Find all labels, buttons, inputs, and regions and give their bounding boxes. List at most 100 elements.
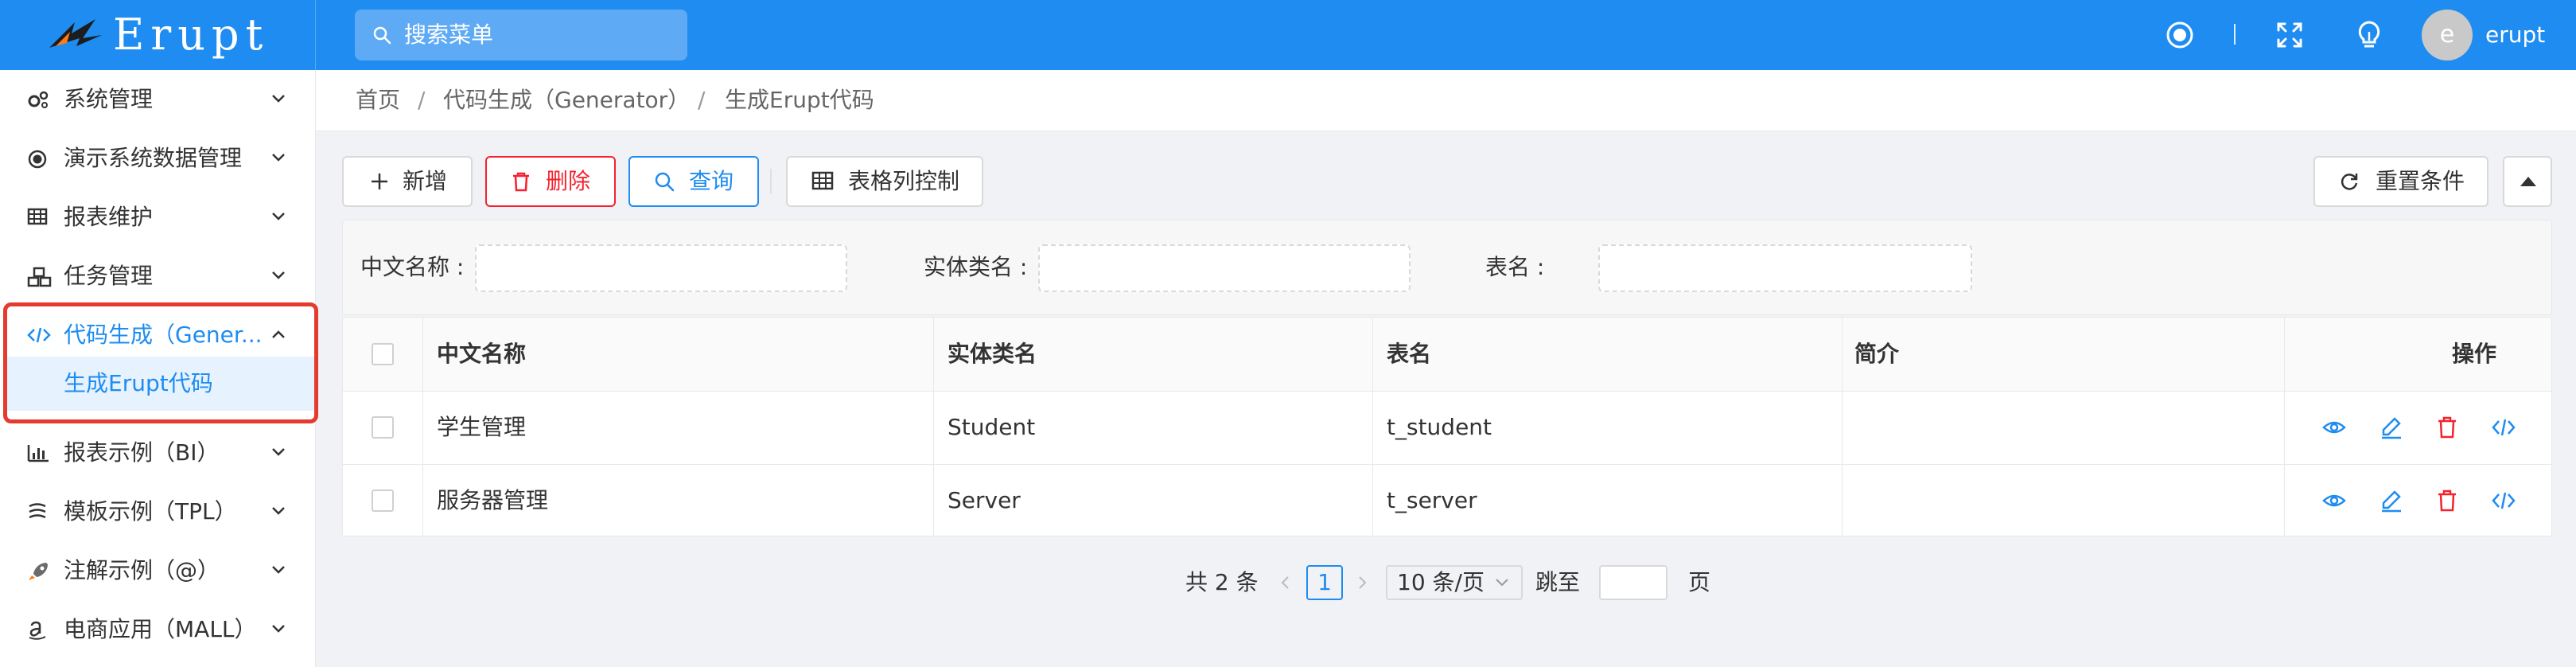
cubes-icon: [27, 267, 52, 287]
logo[interactable]: Erupt: [0, 0, 316, 70]
code-icon[interactable]: [2491, 415, 2516, 439]
cell-cn-name: 学生管理: [437, 414, 527, 440]
search-icon: [373, 26, 391, 45]
menu-search-input[interactable]: 搜索菜单: [355, 10, 687, 60]
table-icon: [811, 171, 834, 190]
header-divider: [2234, 24, 2236, 45]
sidebar-item-label: 模板示例（TPL）: [64, 498, 237, 525]
page-suffix-label: 页: [1688, 569, 1711, 595]
top-header: Erupt 搜索菜单 e erupt: [0, 0, 2576, 70]
sidebar-item-label: 任务管理: [64, 263, 154, 289]
chevron-down-icon: [272, 213, 285, 220]
refresh-icon: [2341, 174, 2358, 190]
column-divider: [933, 318, 934, 536]
user-name[interactable]: erupt: [2485, 0, 2545, 70]
sidebar-item-tpl-examples[interactable]: 模板示例（TPL）: [0, 482, 315, 541]
search-button-label: 查询: [689, 168, 734, 194]
breadcrumb: 首页 / 代码生成（Generator） / 生成Erupt代码: [316, 70, 2576, 131]
column-header-table-name[interactable]: 表名: [1387, 318, 1431, 391]
delete-row-icon[interactable]: [2435, 415, 2459, 439]
cell-class-name: Student: [948, 414, 1036, 440]
column-divider: [1372, 318, 1373, 536]
reset-conditions-label: 重置条件: [2376, 168, 2465, 194]
reset-conditions-button[interactable]: 重置条件: [2313, 156, 2488, 207]
column-divider: [2284, 318, 2285, 536]
chevron-down-icon: [272, 566, 285, 574]
chevron-down-icon: [272, 625, 285, 633]
table-icon: [27, 208, 48, 225]
select-all-checkbox[interactable]: [372, 343, 394, 365]
record-icon: [28, 150, 47, 169]
logo-text: Erupt: [113, 10, 270, 60]
table-row[interactable]: 服务器管理 Server t_server: [343, 464, 2551, 537]
view-icon[interactable]: [2322, 415, 2346, 439]
column-control-label: 表格列控制: [848, 168, 960, 194]
view-icon[interactable]: [2322, 489, 2346, 513]
column-header-description[interactable]: 简介: [1854, 318, 1899, 391]
chevron-down-icon: [272, 154, 285, 162]
amazon-icon: [29, 621, 46, 640]
collapse-filter-button[interactable]: [2503, 156, 2552, 207]
breadcrumb-separator: /: [418, 87, 426, 113]
chevron-down-icon: [272, 507, 285, 515]
jump-page-input[interactable]: [1599, 565, 1667, 600]
sidebar-item-report-maintain[interactable]: 报表维护: [0, 188, 315, 247]
column-header-actions: 操作: [2451, 341, 2496, 367]
sidebar-item-tasks[interactable]: 任务管理: [0, 247, 315, 306]
sidebar-item-mall[interactable]: 电商应用（MALL）: [0, 600, 315, 659]
cell-class-name: Server: [948, 487, 1021, 513]
code-icon[interactable]: [2491, 489, 2516, 513]
delete-button-label: 删除: [546, 168, 591, 194]
sidebar-item-annotation-examples[interactable]: 注解示例（@）: [0, 541, 315, 600]
table-name-input[interactable]: [1598, 244, 1972, 292]
breadcrumb-code-generator[interactable]: 代码生成（Generator）: [443, 70, 690, 131]
fullscreen-icon[interactable]: [2272, 18, 2307, 53]
lightbulb-icon[interactable]: [2352, 18, 2387, 53]
cn-name-input[interactable]: [475, 244, 847, 292]
class-name-input[interactable]: [1038, 244, 1411, 292]
sidebar-item-system[interactable]: 系统管理: [0, 70, 315, 129]
cell-table-name: t_server: [1387, 487, 1477, 513]
edit-icon[interactable]: [2379, 489, 2403, 513]
sidebar-item-label: 系统管理: [64, 86, 154, 112]
sidebar-item-label: 注解示例（@）: [64, 557, 220, 583]
delete-button[interactable]: 删除: [485, 156, 616, 207]
search-icon: [655, 172, 675, 192]
edit-icon[interactable]: [2379, 415, 2403, 439]
delete-row-icon[interactable]: [2435, 489, 2459, 513]
erupt-logo-icon: [49, 19, 102, 48]
avatar[interactable]: e: [2422, 10, 2473, 60]
column-control-button[interactable]: 表格列控制: [786, 156, 983, 207]
sidebar-item-bi-examples[interactable]: 报表示例（BI）: [0, 423, 315, 482]
column-header-class-name[interactable]: 实体类名: [948, 318, 1037, 391]
breadcrumb-home[interactable]: 首页: [356, 70, 400, 131]
sidebar-item-label: 报表维护: [64, 204, 154, 230]
page-size-select[interactable]: 10 条/页: [1386, 565, 1523, 600]
row-checkbox[interactable]: [372, 416, 394, 439]
bar-chart-icon: [27, 445, 49, 462]
pagination: 共 2 条 1 10 条/页 跳至 页: [1177, 565, 1734, 600]
chevron-down-icon: [1496, 579, 1508, 587]
table-row[interactable]: 学生管理 Student t_student: [343, 391, 2551, 465]
chevron-down-icon: [272, 271, 285, 279]
plus-icon: [372, 174, 387, 189]
next-page-icon[interactable]: [1354, 575, 1370, 591]
breadcrumb-separator: /: [698, 87, 706, 113]
filter-panel: 中文名称 : 实体类名 : 表名 :: [342, 220, 2552, 315]
prev-page-icon[interactable]: [1278, 575, 1294, 591]
page-1-button[interactable]: 1: [1306, 565, 1343, 600]
search-button[interactable]: 查询: [628, 156, 759, 207]
chevron-down-icon: [272, 95, 285, 103]
cell-cn-name: 服务器管理: [437, 487, 549, 513]
row-checkbox[interactable]: [372, 490, 394, 512]
record-icon[interactable]: [2162, 18, 2197, 53]
pagination-total: 共 2 条: [1185, 569, 1259, 595]
highlight-annotation: [3, 302, 318, 423]
sidebar-item-demo-data[interactable]: 演示系统数据管理: [0, 129, 315, 188]
gears-icon: [28, 91, 49, 108]
sidebar-item-label: 报表示例（BI）: [64, 439, 220, 466]
column-header-cn-name[interactable]: 中文名称: [437, 318, 526, 391]
sidebar-item-label: 演示系统数据管理: [64, 145, 243, 171]
add-button[interactable]: 新增: [342, 156, 473, 207]
data-table: 中文名称 实体类名 表名 简介 操作 学生管理 Student t_studen…: [342, 317, 2552, 536]
